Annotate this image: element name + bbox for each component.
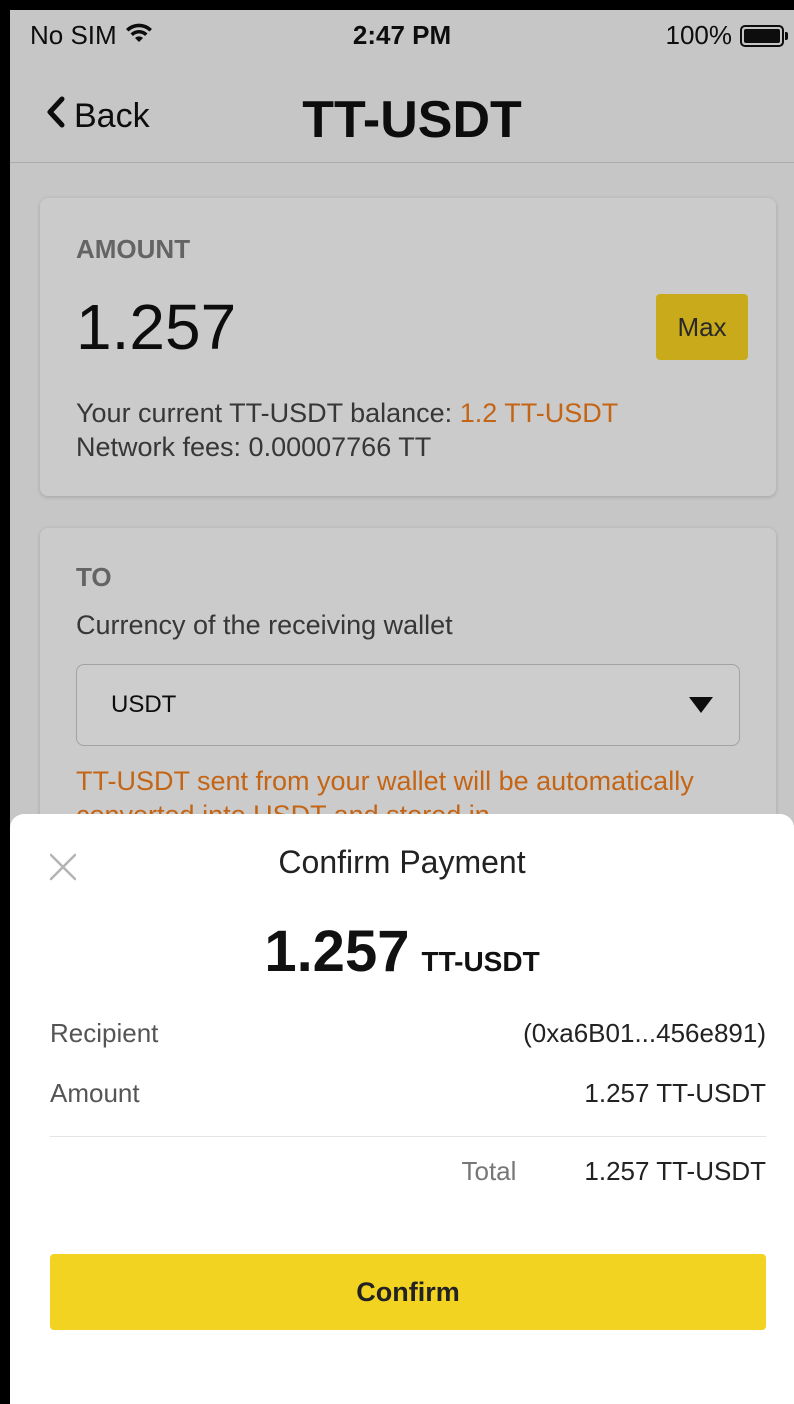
recipient-value: (0xa6B01...456e891) (523, 1018, 766, 1048)
recipient-row: Recipient (0xa6B01...456e891) (50, 1018, 766, 1049)
total-row: Total 1.257 TT-USDT (461, 1156, 766, 1187)
divider (50, 1136, 766, 1137)
amount-row-value: 1.257 TT-USDT (584, 1078, 766, 1108)
sheet-amount-unit: TT-USDT (421, 946, 540, 977)
amount-row: Amount 1.257 TT-USDT (50, 1078, 766, 1109)
phone-screen: No SIM 2:47 PM 100% Back TT-USDT AMOUNT … (10, 10, 794, 1404)
confirm-payment-sheet: Confirm Payment 1.257 TT-USDT Recipient (… (10, 814, 794, 1404)
sheet-title: Confirm Payment (278, 844, 526, 880)
sheet-amount-value: 1.257 (264, 919, 410, 984)
total-label: Total (461, 1156, 517, 1186)
confirm-button[interactable]: Confirm (50, 1254, 766, 1330)
sheet-amount: 1.257 TT-USDT (10, 918, 794, 985)
amount-row-label: Amount (50, 1078, 140, 1108)
recipient-label: Recipient (50, 1018, 159, 1048)
total-value: 1.257 TT-USDT (584, 1156, 766, 1186)
